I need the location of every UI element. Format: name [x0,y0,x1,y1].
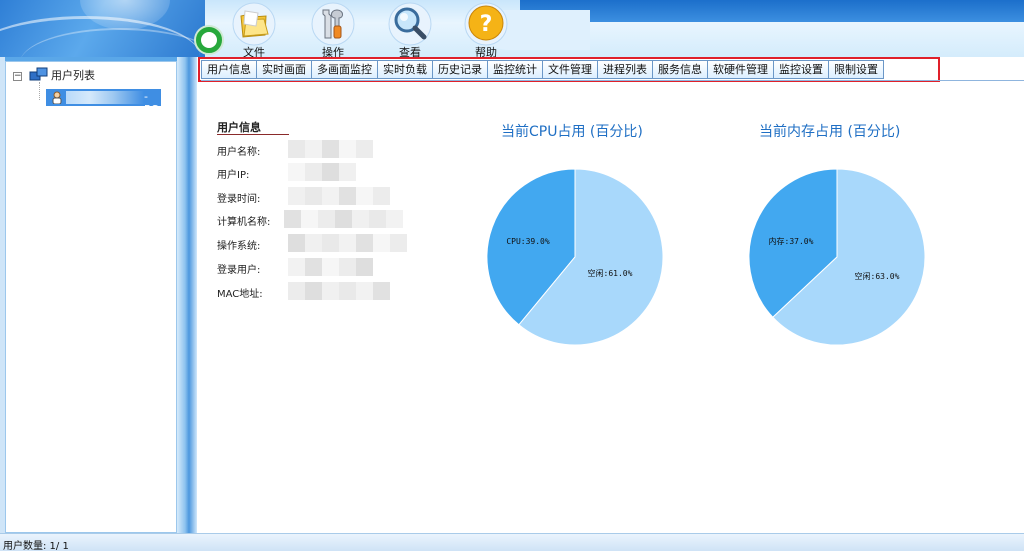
magnifier-icon [388,2,432,46]
folder-icon [232,2,276,46]
tab-bar-highlight [198,57,940,82]
redacted-value [288,187,390,205]
file-menu-button[interactable]: 文件 [226,2,282,59]
status-bar: 用户数量: 1/ 1 [0,533,1024,552]
redacted-value [288,163,356,181]
view-menu-button[interactable]: 查看 [382,2,438,59]
user-info-title-rule [217,134,289,135]
usage-pie-charts: CPU:39.0% 空闲:61.0% 内存:37.0% 空闲:63.0% [486,168,926,346]
tree-root-user-list[interactable]: 用户列表 [51,67,95,83]
tools-icon [311,2,355,46]
user-info-label: 登录时间: [217,194,261,205]
redacted-computer-name [66,91,144,104]
banner-logo-area [0,0,205,57]
users-group-icon [29,67,48,81]
redacted-value [284,210,403,228]
tree-collapse-toggle[interactable]: − [13,72,22,81]
redacted-value [288,234,407,252]
user-info-title: 用户信息 [217,121,261,134]
green-circle-refresh-icon[interactable] [196,27,222,53]
user-info-label: 用户名称: [217,147,261,158]
cpu-slice-label-1: 空闲:61.0% [588,268,633,278]
tab-bar-underline [201,80,1024,81]
redacted-value [288,140,373,158]
banner-decoration [520,0,1024,22]
user-info-label: 操作系统: [217,241,261,252]
tree-item-user-pc[interactable]: -PC [46,89,161,116]
panel-splitter[interactable] [177,57,197,533]
user-count-status: 用户数量: 1/ 1 [3,541,69,552]
cpu-slice-label-0: CPU:39.0% [506,237,550,246]
help-menu-button[interactable]: ? 帮助 [458,2,514,59]
user-info-label: MAC地址: [217,289,263,300]
memory-slice-label-1: 空闲:63.0% [855,271,900,281]
user-icon [52,91,62,104]
help-icon: ? [464,2,508,46]
user-info-label: 登录用户: [217,265,261,276]
user-tree-panel: − 用户列表 -PC [5,61,177,533]
user-info-label: 计算机名称: [217,217,271,228]
memory-chart-title: 当前内存占用 (百分比) [759,124,901,140]
redacted-value [288,282,390,300]
tree-connector [39,82,40,100]
memory-slice-label-0: 内存:37.0% [769,236,814,246]
svg-text:?: ? [480,12,493,37]
redacted-value [288,258,373,276]
user-info-label: 用户IP: [217,170,250,181]
tree-user-label: -PC [144,90,159,116]
cpu-chart-title: 当前CPU占用 (百分比) [501,124,643,140]
operation-menu-button[interactable]: 操作 [305,2,361,59]
